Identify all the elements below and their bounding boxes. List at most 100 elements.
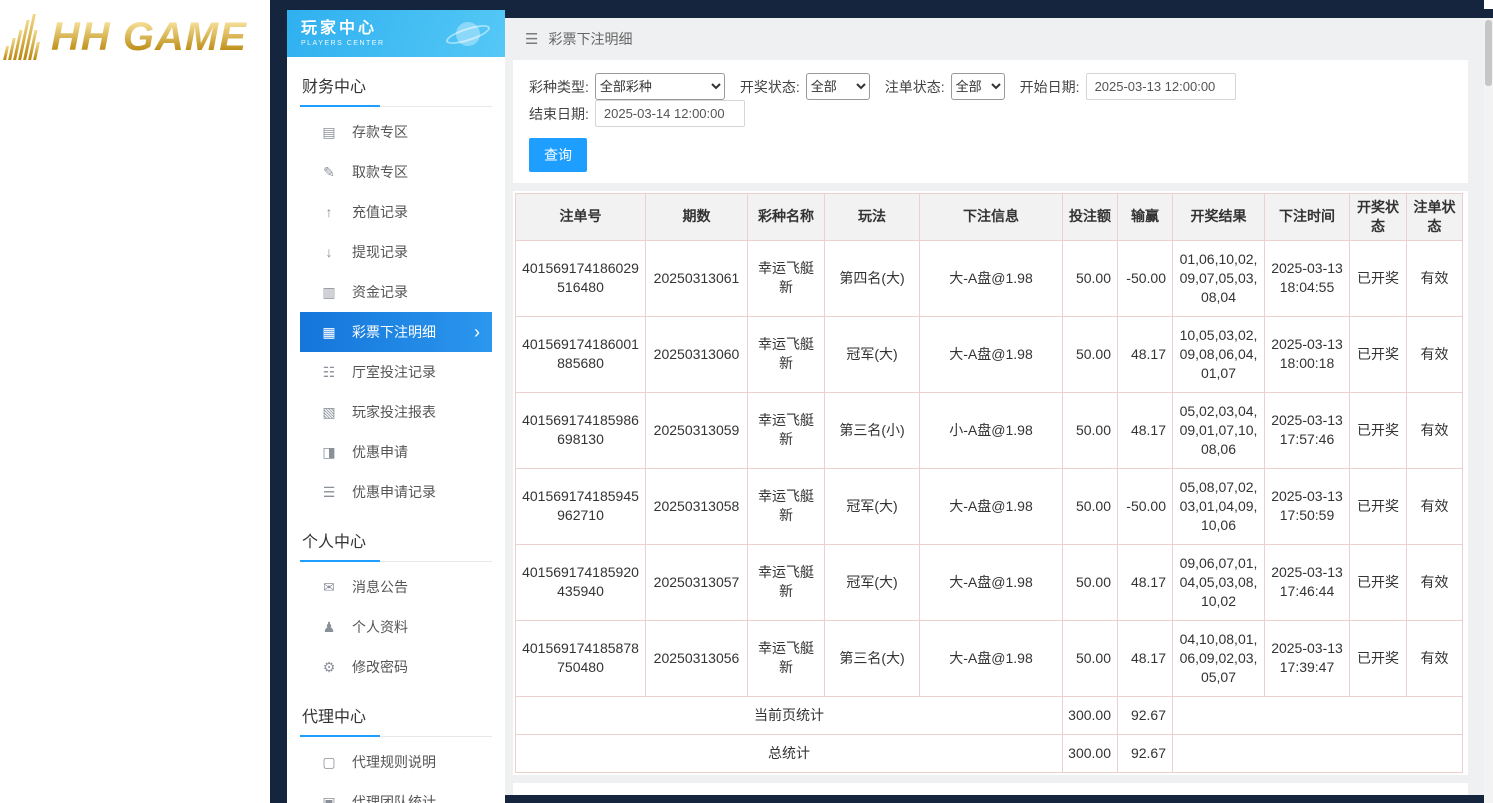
logo-bars-icon <box>3 14 46 60</box>
change-password-icon: ⚙ <box>320 659 338 676</box>
column-header: 玩法 <box>825 194 920 241</box>
table-cell: 2025-03-13 18:00:18 <box>1265 316 1350 392</box>
table-cell: 幸运飞艇新 <box>748 468 825 544</box>
table-cell: 401569174185945962710 <box>516 468 646 544</box>
table-cell: 有效 <box>1407 544 1463 620</box>
sidebar-item-label: 提现记录 <box>352 242 408 262</box>
sidebar-item-deposit[interactable]: ▤ 存款专区 <box>300 112 492 152</box>
table-row: 40156917418600188568020250313060幸运飞艇新冠军(… <box>516 316 1463 392</box>
table-row: 40156917418594596271020250313058幸运飞艇新冠军(… <box>516 468 1463 544</box>
scrollbar-thumb[interactable] <box>1485 20 1492 86</box>
sidebar-item-recharge-record[interactable]: ↑充值记录 <box>300 192 492 232</box>
deposit-icon: ▤ <box>320 124 338 141</box>
sidebar-item-promo-apply-record[interactable]: ☰优惠申请记录 <box>300 472 492 512</box>
order-status-select[interactable]: 全部 <box>951 73 1005 100</box>
withdraw-icon: ✎ <box>320 164 338 181</box>
page: HH GAME 玩家中心 PLAYERS CENTER 财务中心 ▤ 存款专区 ✎取款… <box>0 0 1493 803</box>
players-center-subtitle: PLAYERS CENTER <box>301 40 385 47</box>
sidebar-nav: 财务中心 ▤ 存款专区 ✎取款专区↑充值记录↓提现记录▥资金记录▦彩票下注明细› ☷ 厅室… <box>287 57 505 803</box>
sidebar-item-label: 资金记录 <box>352 282 408 302</box>
menu-toggle-icon[interactable]: ☰ <box>525 30 538 48</box>
table-cell: 05,08,07,02,03,01,04,09,10,06 <box>1173 468 1265 544</box>
column-header: 注单号 <box>516 194 646 241</box>
table-cell: 有效 <box>1407 240 1463 316</box>
sidebar-item-profile[interactable]: ♟ 个人资料 <box>300 607 492 647</box>
sidebar-item-label: 个人资料 <box>352 617 408 637</box>
table-cell: 幸运飞艇新 <box>748 240 825 316</box>
table-cell: 50.00 <box>1063 620 1118 696</box>
scrollbar-corner <box>1484 0 1493 9</box>
summary-empty <box>1173 696 1463 734</box>
sidebar-item-announcements[interactable]: ✉消息公告 <box>300 567 492 607</box>
table-cell: 已开奖 <box>1350 544 1407 620</box>
column-header: 彩种名称 <box>748 194 825 241</box>
announcements-icon: ✉ <box>320 579 338 596</box>
sidebar-item-promo-apply[interactable]: ◨优惠申请 <box>300 432 492 472</box>
table-cell: 05,02,03,04,09,01,07,10,08,06 <box>1173 392 1265 468</box>
summary-row: 总统计300.0092.67 <box>516 734 1463 772</box>
sidebar-section-title: 财务中心 <box>300 57 492 107</box>
order-status-label: 注单状态: <box>885 77 945 97</box>
summary-empty <box>1173 734 1463 772</box>
table-cell: 50.00 <box>1063 316 1118 392</box>
vertical-scrollbar[interactable] <box>1484 18 1493 803</box>
table-cell: 幸运飞艇新 <box>748 620 825 696</box>
sidebar-section-title: 代理中心 <box>300 687 492 737</box>
table-cell: 2025-03-13 18:04:55 <box>1265 240 1350 316</box>
sidebar-header-text: 玩家中心 PLAYERS CENTER <box>301 20 385 47</box>
pagination-bar: 每页显示20条 共6条 首页 上一页 1 下一页 第 页 跳转 <box>513 783 1468 795</box>
sidebar-item-agent-rules[interactable]: ▢代理规则说明 <box>300 742 492 782</box>
sidebar-item-agent-team-stats[interactable]: ▣代理团队统计 <box>300 782 492 803</box>
sidebar-item-hall-bet-record[interactable]: ☷ 厅室投注记录 <box>300 352 492 392</box>
sidebar-item-change-password[interactable]: ⚙修改密码 <box>300 647 492 687</box>
logo-panel: HH GAME <box>0 0 270 803</box>
table-cell: 50.00 <box>1063 468 1118 544</box>
table-cell: 有效 <box>1407 392 1463 468</box>
sidebar-item-withdraw[interactable]: ✎取款专区 <box>300 152 492 192</box>
table-cell: 09,06,07,01,04,05,03,08,10,02 <box>1173 544 1265 620</box>
table-cell: 幸运飞艇新 <box>748 392 825 468</box>
table-cell: 已开奖 <box>1350 240 1407 316</box>
sidebar-item-lottery-bet-detail[interactable]: ▦彩票下注明细› <box>300 312 492 352</box>
filter-row: 彩种类型: 全部彩种 开奖状态: 全部 注单状态: <box>529 73 1452 127</box>
sidebar-item-funds-record[interactable]: ▥资金记录 <box>300 272 492 312</box>
profile-icon: ♟ <box>320 619 338 636</box>
sidebar-item-label: 代理规则说明 <box>352 752 436 772</box>
column-header: 投注额 <box>1063 194 1118 241</box>
sidebar-item-player-bet-report[interactable]: ▧玩家投注报表 <box>300 392 492 432</box>
lottery-bet-detail-icon: ▦ <box>320 324 338 341</box>
table-cell: -50.00 <box>1118 468 1173 544</box>
table-cell: 401569174186001885680 <box>516 316 646 392</box>
table-cell: 50.00 <box>1063 544 1118 620</box>
table-panel: 注单号期数彩种名称玩法下注信息投注额输赢开奖结果下注时间开奖状态注单状态 401… <box>513 191 1468 775</box>
draw-status-select[interactable]: 全部 <box>806 73 870 100</box>
sidebar-item-label: 厅室投注记录 <box>352 362 436 382</box>
table-cell: 20250313057 <box>646 544 748 620</box>
lottery-type-select[interactable]: 全部彩种 <box>595 73 725 100</box>
end-date-label: 结束日期: <box>529 104 589 124</box>
hall-bet-record-icon: ☷ <box>320 364 338 381</box>
table-cell: 2025-03-13 17:50:59 <box>1265 468 1350 544</box>
end-date-input[interactable] <box>595 100 745 127</box>
table-cell: 48.17 <box>1118 620 1173 696</box>
start-date-input[interactable] <box>1086 73 1236 100</box>
promo-apply-record-icon: ☰ <box>320 484 338 501</box>
sidebar-item-withdrawal-record[interactable]: ↓提现记录 <box>300 232 492 272</box>
table-cell: 大-A盘@1.98 <box>920 316 1063 392</box>
draw-status-filter: 开奖状态: 全部 <box>740 73 870 100</box>
sidebar-item-label: 优惠申请 <box>352 442 408 462</box>
table-cell: 2025-03-13 17:46:44 <box>1265 544 1350 620</box>
filter-panel: 彩种类型: 全部彩种 开奖状态: 全部 注单状态: <box>513 60 1468 183</box>
sidebar-header: 玩家中心 PLAYERS CENTER <box>287 10 505 57</box>
table-cell: 第三名(小) <box>825 392 920 468</box>
table-cell: 401569174185986698130 <box>516 392 646 468</box>
main-area: ☰ 彩票下注明细 彩种类型: 全部彩种 开奖状态: 全部 <box>505 0 1493 803</box>
planet-icon <box>445 14 491 54</box>
table-cell: 有效 <box>1407 316 1463 392</box>
table-cell: 401569174185920435940 <box>516 544 646 620</box>
sidebar-item-label: 存款专区 <box>352 122 408 142</box>
table-cell: 401569174185878750480 <box>516 620 646 696</box>
table-cell: 幸运飞艇新 <box>748 544 825 620</box>
search-button[interactable]: 查询 <box>529 138 587 172</box>
table-cell: 10,05,03,02,09,08,06,04,01,07 <box>1173 316 1265 392</box>
